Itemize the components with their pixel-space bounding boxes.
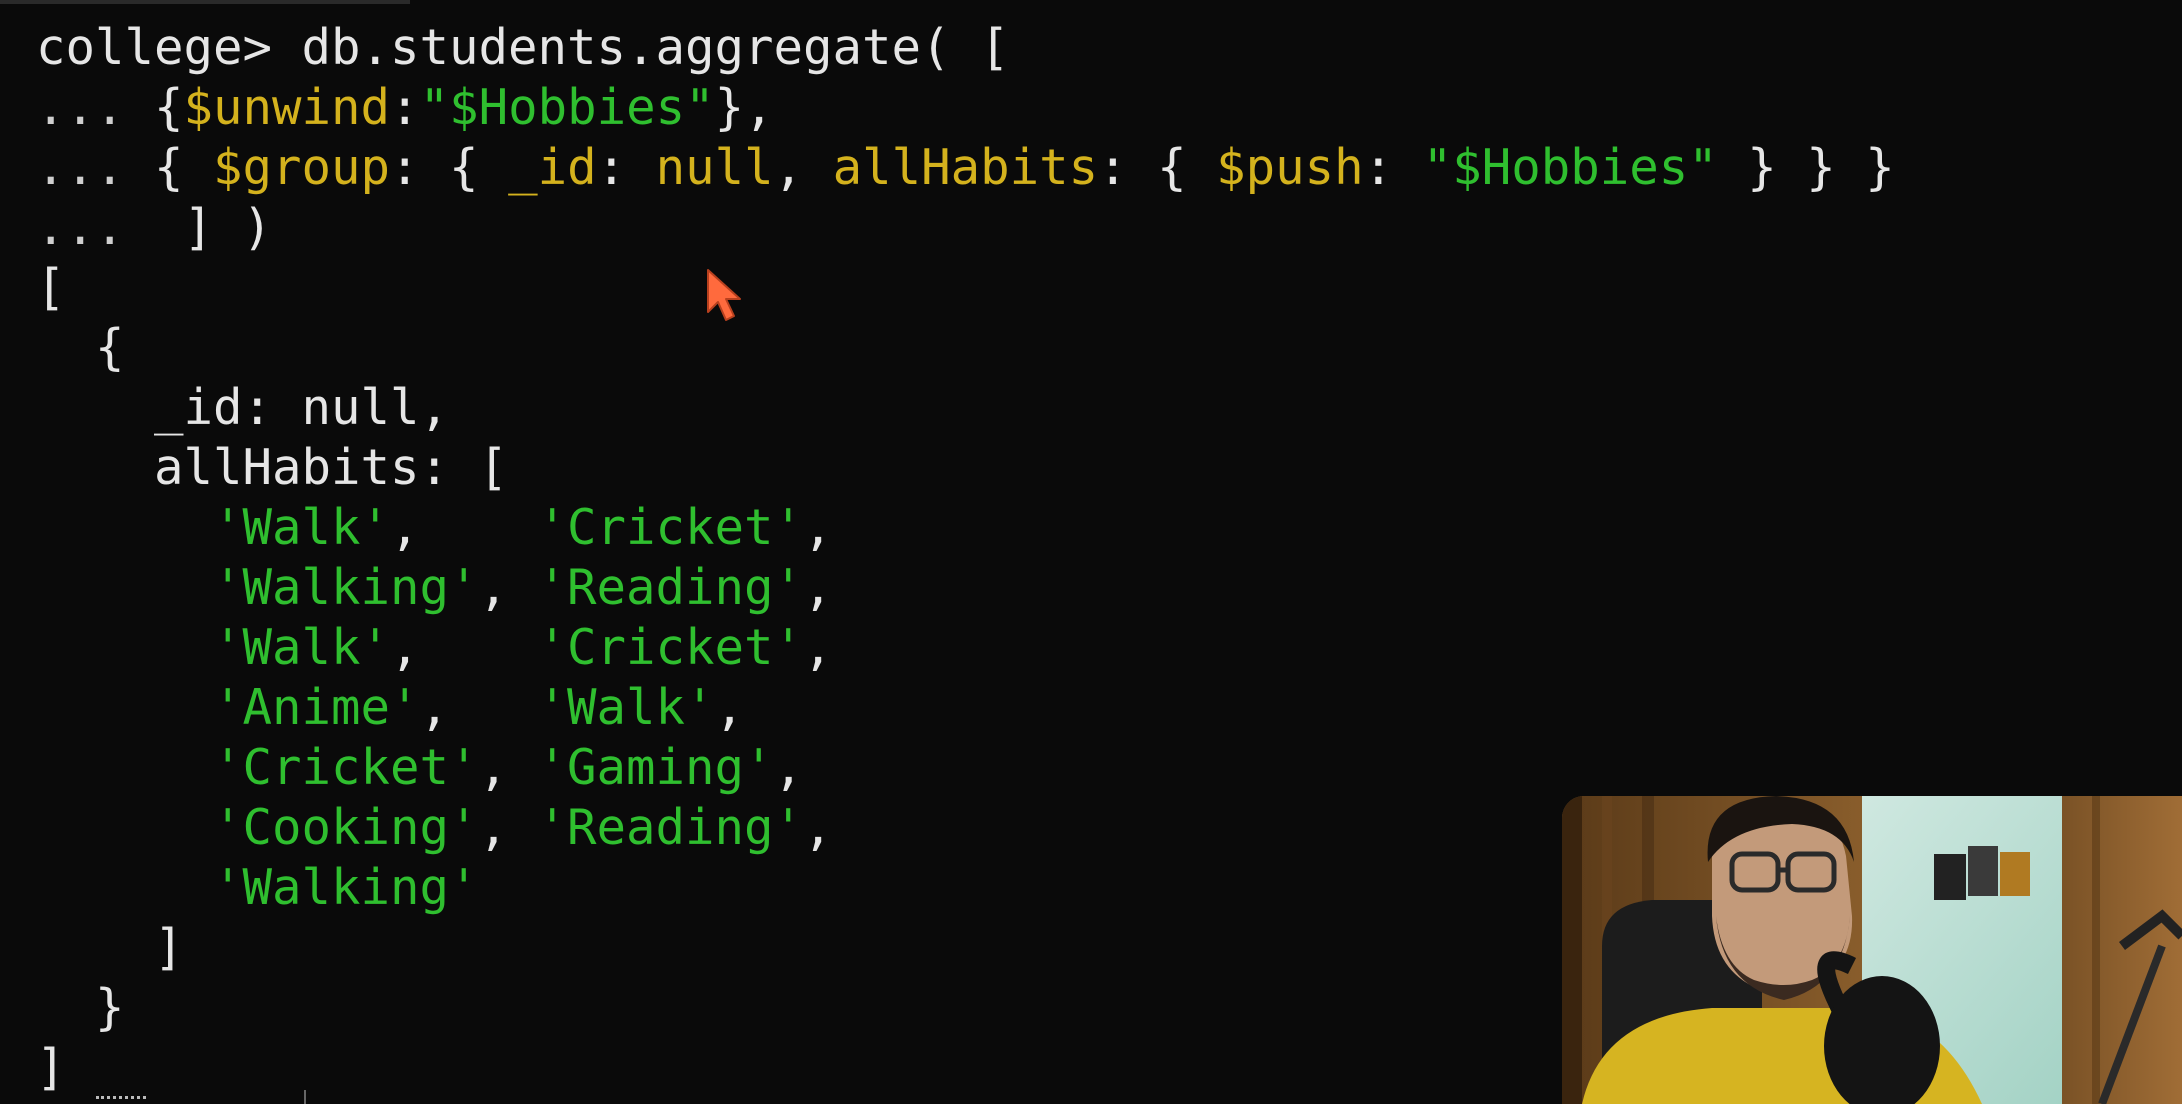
continuation-dots: ...	[36, 199, 125, 256]
close-command-line: ... ] )	[36, 198, 1895, 258]
webcam-overlay	[1562, 796, 2182, 1104]
continuation-dots: ...	[36, 79, 125, 136]
result-open-bracket: [	[36, 259, 66, 316]
habits-row: 'Walk', 'Cricket',	[213, 499, 833, 556]
habit-item: 'Reading'	[537, 799, 804, 856]
habits-row: 'Walk', 'Cricket',	[213, 619, 833, 676]
push-operator: $push	[1216, 139, 1364, 196]
group-id-value: null	[655, 139, 774, 196]
group-operator: $group	[213, 139, 391, 196]
result-id-line: _id: null,	[154, 379, 450, 436]
habit-item: 'Cooking'	[213, 799, 479, 856]
habit-item: 'Gaming'	[537, 739, 774, 796]
habit-item: 'Walking'	[213, 559, 479, 616]
result-open-brace: {	[95, 319, 125, 376]
push-field: "$Hobbies"	[1422, 139, 1718, 196]
unwind-field: "$Hobbies"	[419, 79, 715, 136]
habit-item: 'Reading'	[537, 559, 804, 616]
habits-row: 'Anime', 'Walk',	[213, 679, 745, 736]
habit-item: 'Cricket'	[537, 499, 804, 556]
habits-row: 'Walking', 'Reading',	[213, 559, 833, 616]
habit-item: 'Walk'	[213, 619, 391, 676]
close-command: ] )	[183, 199, 273, 256]
habit-item: 'Walk'	[537, 679, 715, 736]
text-caret	[304, 1090, 306, 1104]
group-id-key: _id	[508, 139, 597, 196]
habit-item: 'Walk'	[213, 499, 391, 556]
habits-row: 'Cricket', 'Gaming',	[213, 739, 804, 796]
mouse-pointer-icon	[706, 268, 746, 324]
window-top-edge	[0, 0, 410, 4]
result-allhabits-line: allHabits: [	[154, 439, 509, 496]
unwind-stage-line: ... {$unwind:"$Hobbies"},	[36, 79, 774, 136]
group-stage-line: ... { $group: { _id: null, allHabits: { …	[36, 139, 1895, 196]
prompt: college>	[36, 19, 302, 76]
next-prompt-partial	[96, 1096, 146, 1104]
accumulator-key: allHabits	[832, 139, 1099, 196]
habit-item: 'Cricket'	[213, 739, 479, 796]
command-text: db.students.aggregate( [	[301, 19, 1010, 76]
habit-item: 'Anime'	[213, 679, 420, 736]
screen: college> db.students.aggregate( [... {$u…	[0, 0, 2182, 1104]
habit-item: 'Walking'	[213, 859, 479, 916]
continuation-dots: ...	[36, 139, 125, 196]
command-line: college> db.students.aggregate( [	[36, 18, 1895, 78]
habit-item: 'Cricket'	[537, 619, 804, 676]
unwind-operator: $unwind	[183, 79, 391, 136]
